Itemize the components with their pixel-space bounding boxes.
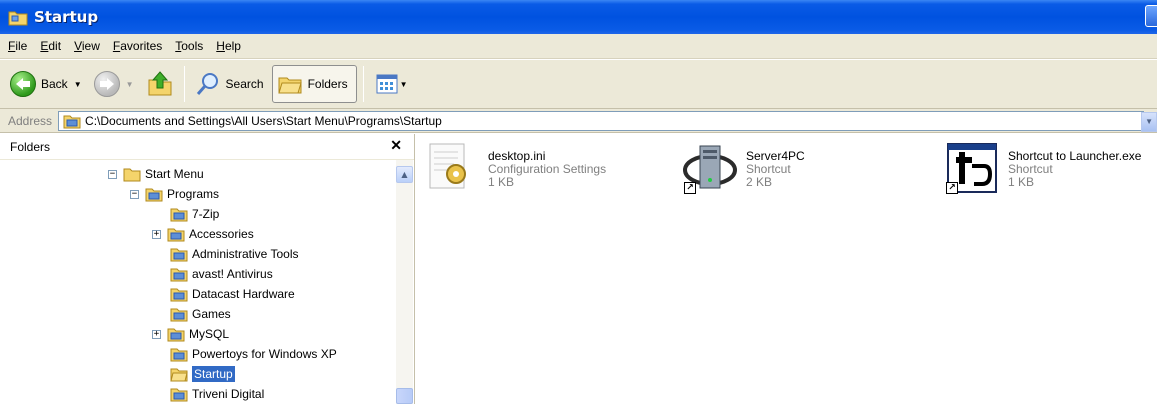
collapse-icon[interactable]: − xyxy=(108,169,117,179)
search-button[interactable]: Search xyxy=(191,65,268,103)
menu-help[interactable]: Help xyxy=(216,39,241,53)
toolbar: Back ▼ ▼ Search Folders ▼ xyxy=(0,59,1157,109)
tree-item-datacast-hardware[interactable]: Datacast Hardware xyxy=(170,284,295,304)
programs-folder-icon xyxy=(167,228,185,242)
programs-folder-icon xyxy=(170,208,188,222)
tree-item-label: Administrative Tools xyxy=(192,247,299,261)
tree-item-label: avast! Antivirus xyxy=(192,267,273,281)
tree-item-games[interactable]: Games xyxy=(170,304,231,324)
folder-icon xyxy=(8,11,28,26)
address-input[interactable]: C:\Documents and Settings\All Users\Star… xyxy=(58,110,1157,132)
back-button[interactable]: Back ▼ xyxy=(6,65,90,103)
file-size: 1 KB xyxy=(488,175,515,189)
back-arrow-icon xyxy=(10,71,36,97)
file-list-view: desktop.ini Configuration Settings 1 KB … xyxy=(416,134,1157,404)
tree-item-label-selected: Startup xyxy=(192,366,235,382)
tree-item-mysql[interactable]: + MySQL xyxy=(152,324,229,344)
folder-icon xyxy=(123,168,141,182)
programs-folder-icon xyxy=(170,388,188,402)
programs-folder-icon xyxy=(170,308,188,322)
forward-button[interactable]: ▼ xyxy=(90,65,142,103)
views-icon xyxy=(376,74,398,94)
tree-item-label: Datacast Hardware xyxy=(192,287,295,301)
up-folder-icon xyxy=(148,71,172,96)
tree-item-label: Programs xyxy=(167,187,220,201)
tree-item-label: Accessories xyxy=(189,227,254,241)
forward-dropdown-icon[interactable]: ▼ xyxy=(126,80,134,89)
back-label: Back xyxy=(41,77,68,91)
search-label: Search xyxy=(225,77,264,91)
forward-arrow-icon xyxy=(93,71,120,97)
menu-file[interactable]: File xyxy=(8,39,27,53)
folders-label: Folders xyxy=(307,77,348,91)
folders-scrollbar[interactable]: ▲ xyxy=(396,160,413,404)
close-icon[interactable]: ✕ xyxy=(390,137,402,154)
config-settings-icon xyxy=(424,140,480,196)
search-icon xyxy=(196,73,218,95)
shortcut-arrow-icon: ↗ xyxy=(684,182,696,194)
tree-item-accessories[interactable]: + Accessories xyxy=(152,224,254,244)
tree-item-startup[interactable]: Startup xyxy=(170,364,235,384)
tree-item-avast-antivirus[interactable]: avast! Antivirus xyxy=(170,264,273,284)
menu-view[interactable]: View xyxy=(74,39,100,53)
tree-item-programs[interactable]: − Programs xyxy=(130,184,219,204)
address-label: Address xyxy=(8,113,53,128)
tree-item-label: 7-Zip xyxy=(192,207,220,221)
up-button[interactable] xyxy=(142,65,178,103)
expand-icon[interactable]: + xyxy=(152,329,161,339)
programs-folder-icon xyxy=(167,328,185,342)
views-dropdown-icon[interactable]: ▼ xyxy=(400,80,408,89)
tree-item-label: MySQL xyxy=(189,327,230,341)
programs-folder-icon xyxy=(170,348,188,362)
tree-item-label: Powertoys for Windows XP xyxy=(192,347,337,361)
toolbar-separator-2 xyxy=(362,66,364,102)
programs-folder-icon xyxy=(170,268,188,282)
folders-button[interactable]: Folders xyxy=(271,65,357,103)
launcher-shortcut-icon: ↗ xyxy=(944,140,1000,196)
address-dropdown-icon[interactable]: ▼ xyxy=(1141,111,1157,132)
tree-item-7-zip[interactable]: 7-Zip xyxy=(170,204,219,224)
tree-item-start-menu[interactable]: − Start Menu xyxy=(108,164,204,184)
open-folder-icon xyxy=(170,368,188,382)
window-title: Startup xyxy=(34,8,99,26)
tree-item-label: Triveni Digital xyxy=(192,387,265,401)
address-bar: Address C:\Documents and Settings\All Us… xyxy=(0,109,1157,133)
folders-pane-header: Folders ✕ xyxy=(0,134,414,160)
minimize-button[interactable] xyxy=(1145,5,1157,27)
expand-icon[interactable]: + xyxy=(152,229,161,239)
back-dropdown-icon[interactable]: ▼ xyxy=(74,80,82,89)
programs-folder-icon xyxy=(170,248,188,262)
folders-pane-title: Folders xyxy=(10,139,51,154)
programs-folder-icon xyxy=(170,288,188,302)
programs-folder-icon xyxy=(145,188,163,202)
title-bar[interactable]: Startup xyxy=(0,0,1157,34)
collapse-icon[interactable]: − xyxy=(130,189,139,199)
menu-edit[interactable]: Edit xyxy=(40,39,61,53)
tree-item-administrative-tools[interactable]: Administrative Tools xyxy=(170,244,299,264)
folders-icon xyxy=(277,77,302,94)
address-value: C:\Documents and Settings\All Users\Star… xyxy=(85,113,442,128)
scroll-thumb[interactable] xyxy=(396,388,413,404)
tree-item-powertoys[interactable]: Powertoys for Windows XP xyxy=(170,344,337,364)
menu-bar: File Edit View Favorites Tools Help xyxy=(0,34,1157,59)
menu-tools[interactable]: Tools xyxy=(175,39,203,53)
views-button[interactable]: ▼ xyxy=(372,65,416,103)
toolbar-separator xyxy=(183,66,185,102)
file-size: 2 KB xyxy=(746,175,773,189)
file-item-server4pc[interactable]: ↗ Server4PC Shortcut 2 KB xyxy=(682,140,805,196)
tree-item-label: Games xyxy=(192,307,231,321)
programs-folder-icon xyxy=(63,115,81,128)
folders-pane: Folders ✕ − Start Menu − Programs 7-Zip … xyxy=(0,134,415,404)
shortcut-arrow-icon: ↗ xyxy=(946,182,958,194)
tree-item-label: Start Menu xyxy=(145,167,204,181)
file-item-desktop-ini[interactable]: desktop.ini Configuration Settings 1 KB xyxy=(424,140,606,196)
menu-favorites[interactable]: Favorites xyxy=(113,39,162,53)
file-item-launcher-shortcut[interactable]: ↗ Shortcut to Launcher.exe Shortcut 1 KB xyxy=(944,140,1141,196)
file-size: 1 KB xyxy=(1008,175,1035,189)
scroll-up-icon[interactable]: ▲ xyxy=(396,166,413,183)
server-shortcut-icon: ↗ xyxy=(682,140,738,196)
tree-item-triveni-digital[interactable]: Triveni Digital xyxy=(170,384,264,404)
